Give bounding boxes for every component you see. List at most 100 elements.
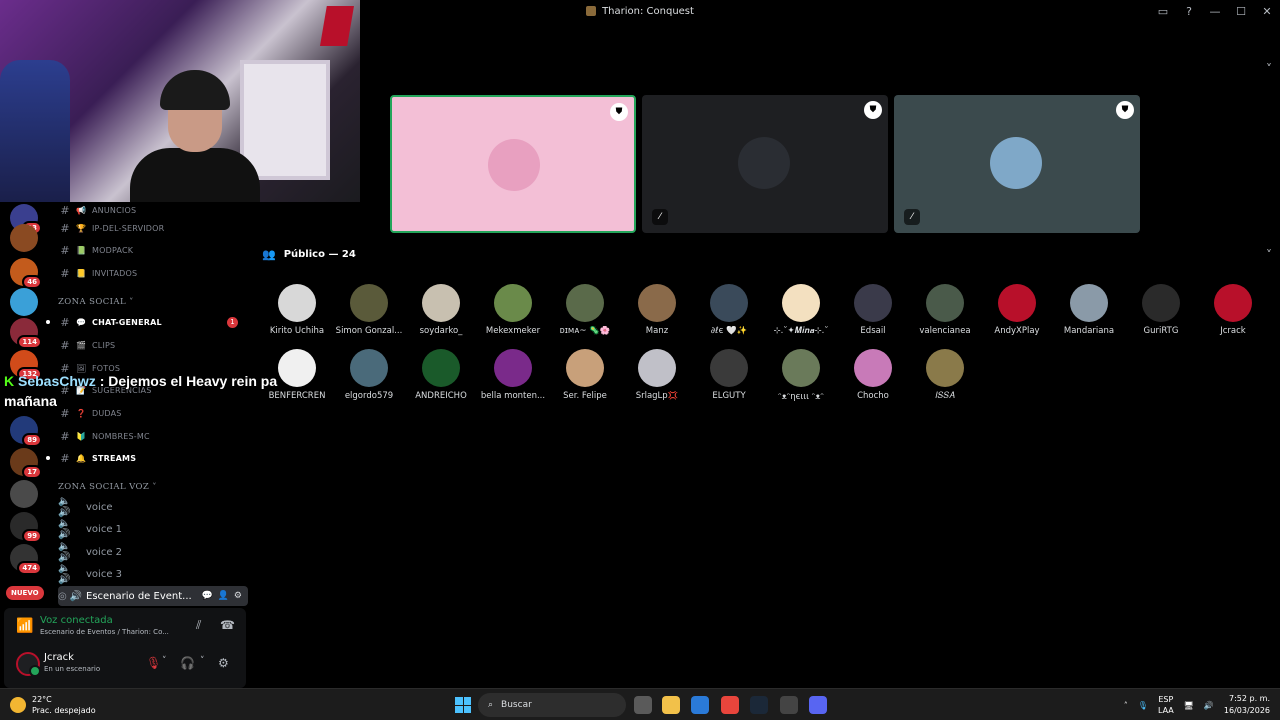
server-icon[interactable] [10,480,38,508]
audience-member[interactable]: soydarko_ [405,284,477,336]
channel-ip-del-servidor[interactable]: # 🏆 IP-DEL-SERVIDOR [58,218,248,238]
gear-icon[interactable]: ⚙ [234,591,242,601]
voice-channel[interactable]: 🔈 🔊 voice 3 [58,563,248,585]
speaker-tile[interactable]: ⛊ ⁄ [894,95,1140,233]
audience-member[interactable]: ⊹.˚✦𝑴𝒊𝒏𝒂⊹.˚ [765,284,837,336]
server-icon[interactable]: 89 [10,416,42,447]
server-icon[interactable]: 17 [10,448,42,479]
chevron-down-icon[interactable]: ˅ [1266,62,1272,76]
audience-member[interactable]: ᵔᴥᵔηєιιι ᵔᴥᵔ [765,349,837,402]
clock[interactable]: 7:52 p. m. 16/03/2026 [1224,693,1270,717]
audience-member[interactable]: GuriRTG [1125,284,1197,336]
chevron-down-icon[interactable]: ˅ [200,656,205,666]
audience-name: GuriRTG [1143,326,1179,336]
headphones-icon[interactable]: 🎧 [180,656,195,670]
channel-streams[interactable]: # 🔔 STREAMS [46,448,248,468]
audience-member[interactable]: elgordo579 [333,349,405,401]
taskbar-app-icon[interactable] [691,696,709,714]
speaker-tile[interactable]: ⛊ ⁄ [642,95,888,233]
language-indicator[interactable]: ESP LAA [1158,694,1174,716]
channel-clips[interactable]: # 🎬 CLIPS [58,335,248,355]
audience-member[interactable]: 𝐼𝑆𝑆𝐴 [909,349,981,401]
channel-invitados[interactable]: # 📒 INVITADOS [58,263,248,283]
server-icon[interactable] [10,288,38,316]
weather-widget[interactable]: 22°C Prac. despejado [10,694,96,716]
channel-anuncios[interactable]: # 📢 ANUNCIOS [58,200,248,220]
chevron-down-icon[interactable]: ˅ [162,656,167,666]
audience-member[interactable]: Ser. Felipe [549,349,621,401]
taskbar-app-icon[interactable] [750,696,768,714]
volume-icon[interactable]: 🔊 [1204,701,1214,710]
audience-member[interactable]: Jcrack [1197,284,1269,336]
taskbar-app-icon[interactable] [780,696,798,714]
server-icon[interactable]: 474 [10,544,42,575]
microphone-icon[interactable]: 🎙 [1138,701,1148,710]
audience-name: elgordo579 [344,391,394,401]
mic-muted-icon[interactable]: 🎙 [146,656,161,670]
category-zona-social[interactable]: ZONA SOCIAL ˅ [58,297,134,307]
audience-member[interactable]: AndyXPlay [981,284,1053,336]
audience-member[interactable]: ∂ℓє 🤍✨ [693,284,765,336]
speaker-avatar [738,137,790,189]
chevron-down-icon[interactable]: ˅ [1266,248,1272,262]
taskbar-search[interactable]: ⌕ Buscar [478,693,626,717]
network-icon[interactable]: 🖥 [1184,701,1194,710]
audience-name: ELGUTY [712,391,746,401]
audience-member[interactable]: Manz [621,284,693,336]
channel-modpack[interactable]: # 📗 MODPACK [58,240,248,260]
avatar[interactable] [16,652,41,677]
noise-suppression-icon[interactable]: ⫽ [196,618,201,633]
maximize-button[interactable]: ☐ [1228,5,1254,18]
audience-member[interactable]: SrlagLp💢 [621,349,693,401]
avatar [278,284,316,322]
invite-icon[interactable]: 👤 [218,591,229,601]
speaker-tile[interactable]: ⛊ [390,95,636,233]
mic-muted-icon: ⁄ [652,209,668,225]
server-icon[interactable]: 46 [10,258,42,289]
audience-member[interactable]: Mekexmeker [477,284,549,336]
audience-member[interactable]: Edsail [837,284,909,336]
voice-channel[interactable]: 🔈 🔊 voice 2 [58,541,248,563]
signal-icon[interactable]: 📶 [16,618,33,634]
audience-member[interactable]: Chocho [837,349,909,401]
minimize-button[interactable]: — [1202,5,1228,18]
taskbar-app-icon[interactable] [662,696,680,714]
voice-connected-location[interactable]: Escenario de Eventos / Tharion: Co... [40,628,190,636]
voice-panel: 📶 Voz conectada Escenario de Eventos / T… [4,608,246,688]
close-button[interactable]: ✕ [1254,5,1280,18]
disconnect-icon[interactable]: ☎ [220,618,235,632]
user-status: En un escenario [44,665,101,673]
audience-member[interactable]: Kirito Uchiha [261,284,333,336]
audience-member[interactable]: valencianea [909,284,981,336]
taskbar-app-icon[interactable] [721,696,739,714]
moderator-shield-icon: ⛊ [864,101,882,119]
audience-member[interactable]: Simon Gonzal... [333,284,405,336]
server-icon[interactable]: 114 [10,318,42,349]
taskbar-app-icon[interactable] [809,696,827,714]
taskbar: 22°C Prac. despejado ⌕ Buscar ˄ 🎙 ESP LA… [0,688,1280,720]
inbox-icon[interactable]: ▭ [1150,5,1176,18]
stage-channel-eventos[interactable]: ◎ 🔊 Escenario de Event... 💬 👤 ⚙ [58,586,248,606]
channel-chat-general[interactable]: # 💬 CHAT-GENERAL 1 [46,312,248,332]
audience-member[interactable]: bella monten... [477,349,549,401]
voice-channel[interactable]: 🔈 🔊 voice 1 [58,518,248,540]
moderator-shield-icon: ⛊ [1116,101,1134,119]
audience-member[interactable]: ANDREICHO [405,349,477,401]
gear-icon[interactable]: ⚙ [218,656,229,670]
voice-channel[interactable]: 🔈 🔊 voice [58,496,248,518]
taskbar-app-icon[interactable] [634,696,652,714]
help-icon[interactable]: ? [1176,5,1202,18]
windows-start-icon[interactable] [455,697,471,713]
channel-name: IP-DEL-SERVIDOR [92,223,165,233]
chat-icon[interactable]: 💬 [201,591,212,601]
audience-member[interactable]: ᴅɪᴍᴀ~ 🦠🌸 [549,284,621,336]
category-zona-social-voz[interactable]: ZONA SOCIAL VOZ ˅ [58,482,157,492]
audience-name: ⊹.˚✦𝑴𝒊𝒏𝒂⊹.˚ [773,326,829,336]
audience-member[interactable]: ELGUTY [693,349,765,401]
chevron-up-icon[interactable]: ˄ [1124,701,1128,710]
server-icon[interactable]: 99 [10,512,42,543]
audience-member[interactable]: Mandariana [1053,284,1125,336]
channel-nombres-mc[interactable]: # 🔰 NOMBRES-MC [58,426,248,446]
server-icon[interactable] [10,224,38,252]
avatar [926,284,964,322]
